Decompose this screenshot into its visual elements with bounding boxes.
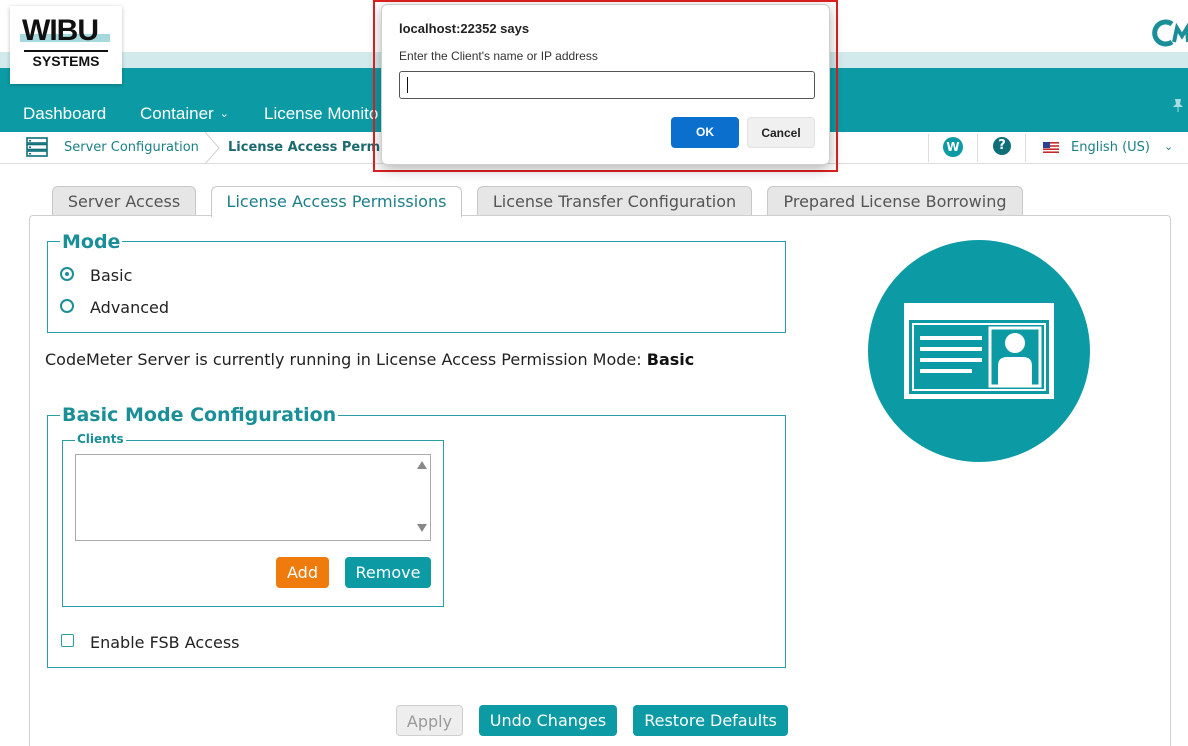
tab-label: Server Access [67, 192, 181, 211]
logo-subtitle: SYSTEMS [24, 50, 108, 69]
id-card-illustration-icon [868, 240, 1090, 462]
breadcrumb-server-configuration[interactable]: Server Configuration [64, 140, 199, 155]
logo-wordmark: WIBU [22, 14, 99, 47]
apply-button[interactable]: Apply [396, 705, 463, 736]
remove-client-button[interactable]: Remove [345, 557, 431, 588]
help-icon[interactable]: ? [993, 137, 1011, 155]
nav-dashboard-label: Dashboard [23, 104, 107, 123]
breadcrumb-separator-icon [204, 132, 220, 164]
mode-fieldset [47, 241, 786, 333]
mode-basic-label[interactable]: Basic [90, 266, 132, 285]
clients-legend: Clients [75, 432, 126, 446]
tab-license-transfer-configuration[interactable]: License Transfer Configuration [477, 186, 752, 216]
mode-status-text: CodeMeter Server is currently running in… [45, 350, 694, 369]
status-message: CodeMeter Server is currently running in… [45, 350, 642, 369]
dialog-message: Enter the Client's name or IP address [399, 49, 598, 63]
server-icon [26, 137, 48, 157]
tab-label: License Transfer Configuration [492, 192, 737, 211]
undo-changes-button[interactable]: Undo Changes [479, 705, 617, 736]
mode-advanced-label[interactable]: Advanced [90, 298, 169, 317]
breadcrumb-current-page: License Access Permi [228, 140, 385, 155]
basic-mode-legend: Basic Mode Configuration [60, 404, 339, 426]
tab-license-access-permissions[interactable]: License Access Permissions [211, 186, 462, 217]
scroll-up-arrow-icon[interactable] [417, 461, 427, 469]
pin-icon[interactable] [1172, 98, 1184, 112]
enable-fsb-checkbox[interactable] [61, 634, 74, 647]
mode-basic-radio[interactable] [60, 267, 74, 281]
nav-container[interactable]: Container ⌄ [140, 104, 229, 124]
chevron-down-icon: ⌄ [219, 108, 229, 120]
tab-server-access[interactable]: Server Access [52, 186, 196, 216]
nav-dashboard[interactable]: Dashboard [23, 104, 106, 124]
mode-legend: Mode [60, 231, 123, 253]
codemeter-icon [1152, 19, 1188, 47]
restore-defaults-button[interactable]: Restore Defaults [633, 705, 788, 736]
chevron-down-icon[interactable]: ⌄ [1164, 140, 1173, 153]
nav-license-monitoring-label: License Monito [264, 104, 379, 123]
scroll-down-arrow-icon[interactable] [417, 524, 427, 532]
dialog-title: localhost:22352 says [399, 21, 530, 36]
language-selector[interactable]: English (US) [1071, 140, 1150, 155]
wibu-systems-logo[interactable]: WIBU SYSTEMS [10, 6, 122, 84]
client-address-input[interactable] [399, 71, 815, 99]
cancel-button[interactable]: Cancel [747, 117, 815, 148]
status-mode-value: Basic [646, 350, 695, 369]
enable-fsb-label[interactable]: Enable FSB Access [90, 633, 240, 652]
nav-container-label: Container [140, 104, 214, 123]
tab-label: Prepared License Borrowing [783, 192, 1007, 211]
add-client-button[interactable]: Add [276, 557, 329, 588]
prompt-dialog: localhost:22352 says Enter the Client's … [381, 4, 830, 165]
tab-label: License Access Permissions [226, 192, 447, 211]
clients-listbox[interactable] [75, 454, 431, 541]
us-flag-icon [1043, 142, 1059, 153]
divider [1025, 134, 1026, 162]
tab-prepared-license-borrowing[interactable]: Prepared License Borrowing [767, 186, 1023, 216]
text-caret [407, 77, 408, 93]
nav-license-monitoring[interactable]: License Monito [264, 104, 378, 124]
divider [977, 134, 978, 162]
mode-advanced-radio[interactable] [60, 299, 74, 313]
w-badge-icon[interactable]: W [943, 137, 963, 157]
divider [928, 134, 929, 162]
ok-button[interactable]: OK [671, 117, 739, 148]
